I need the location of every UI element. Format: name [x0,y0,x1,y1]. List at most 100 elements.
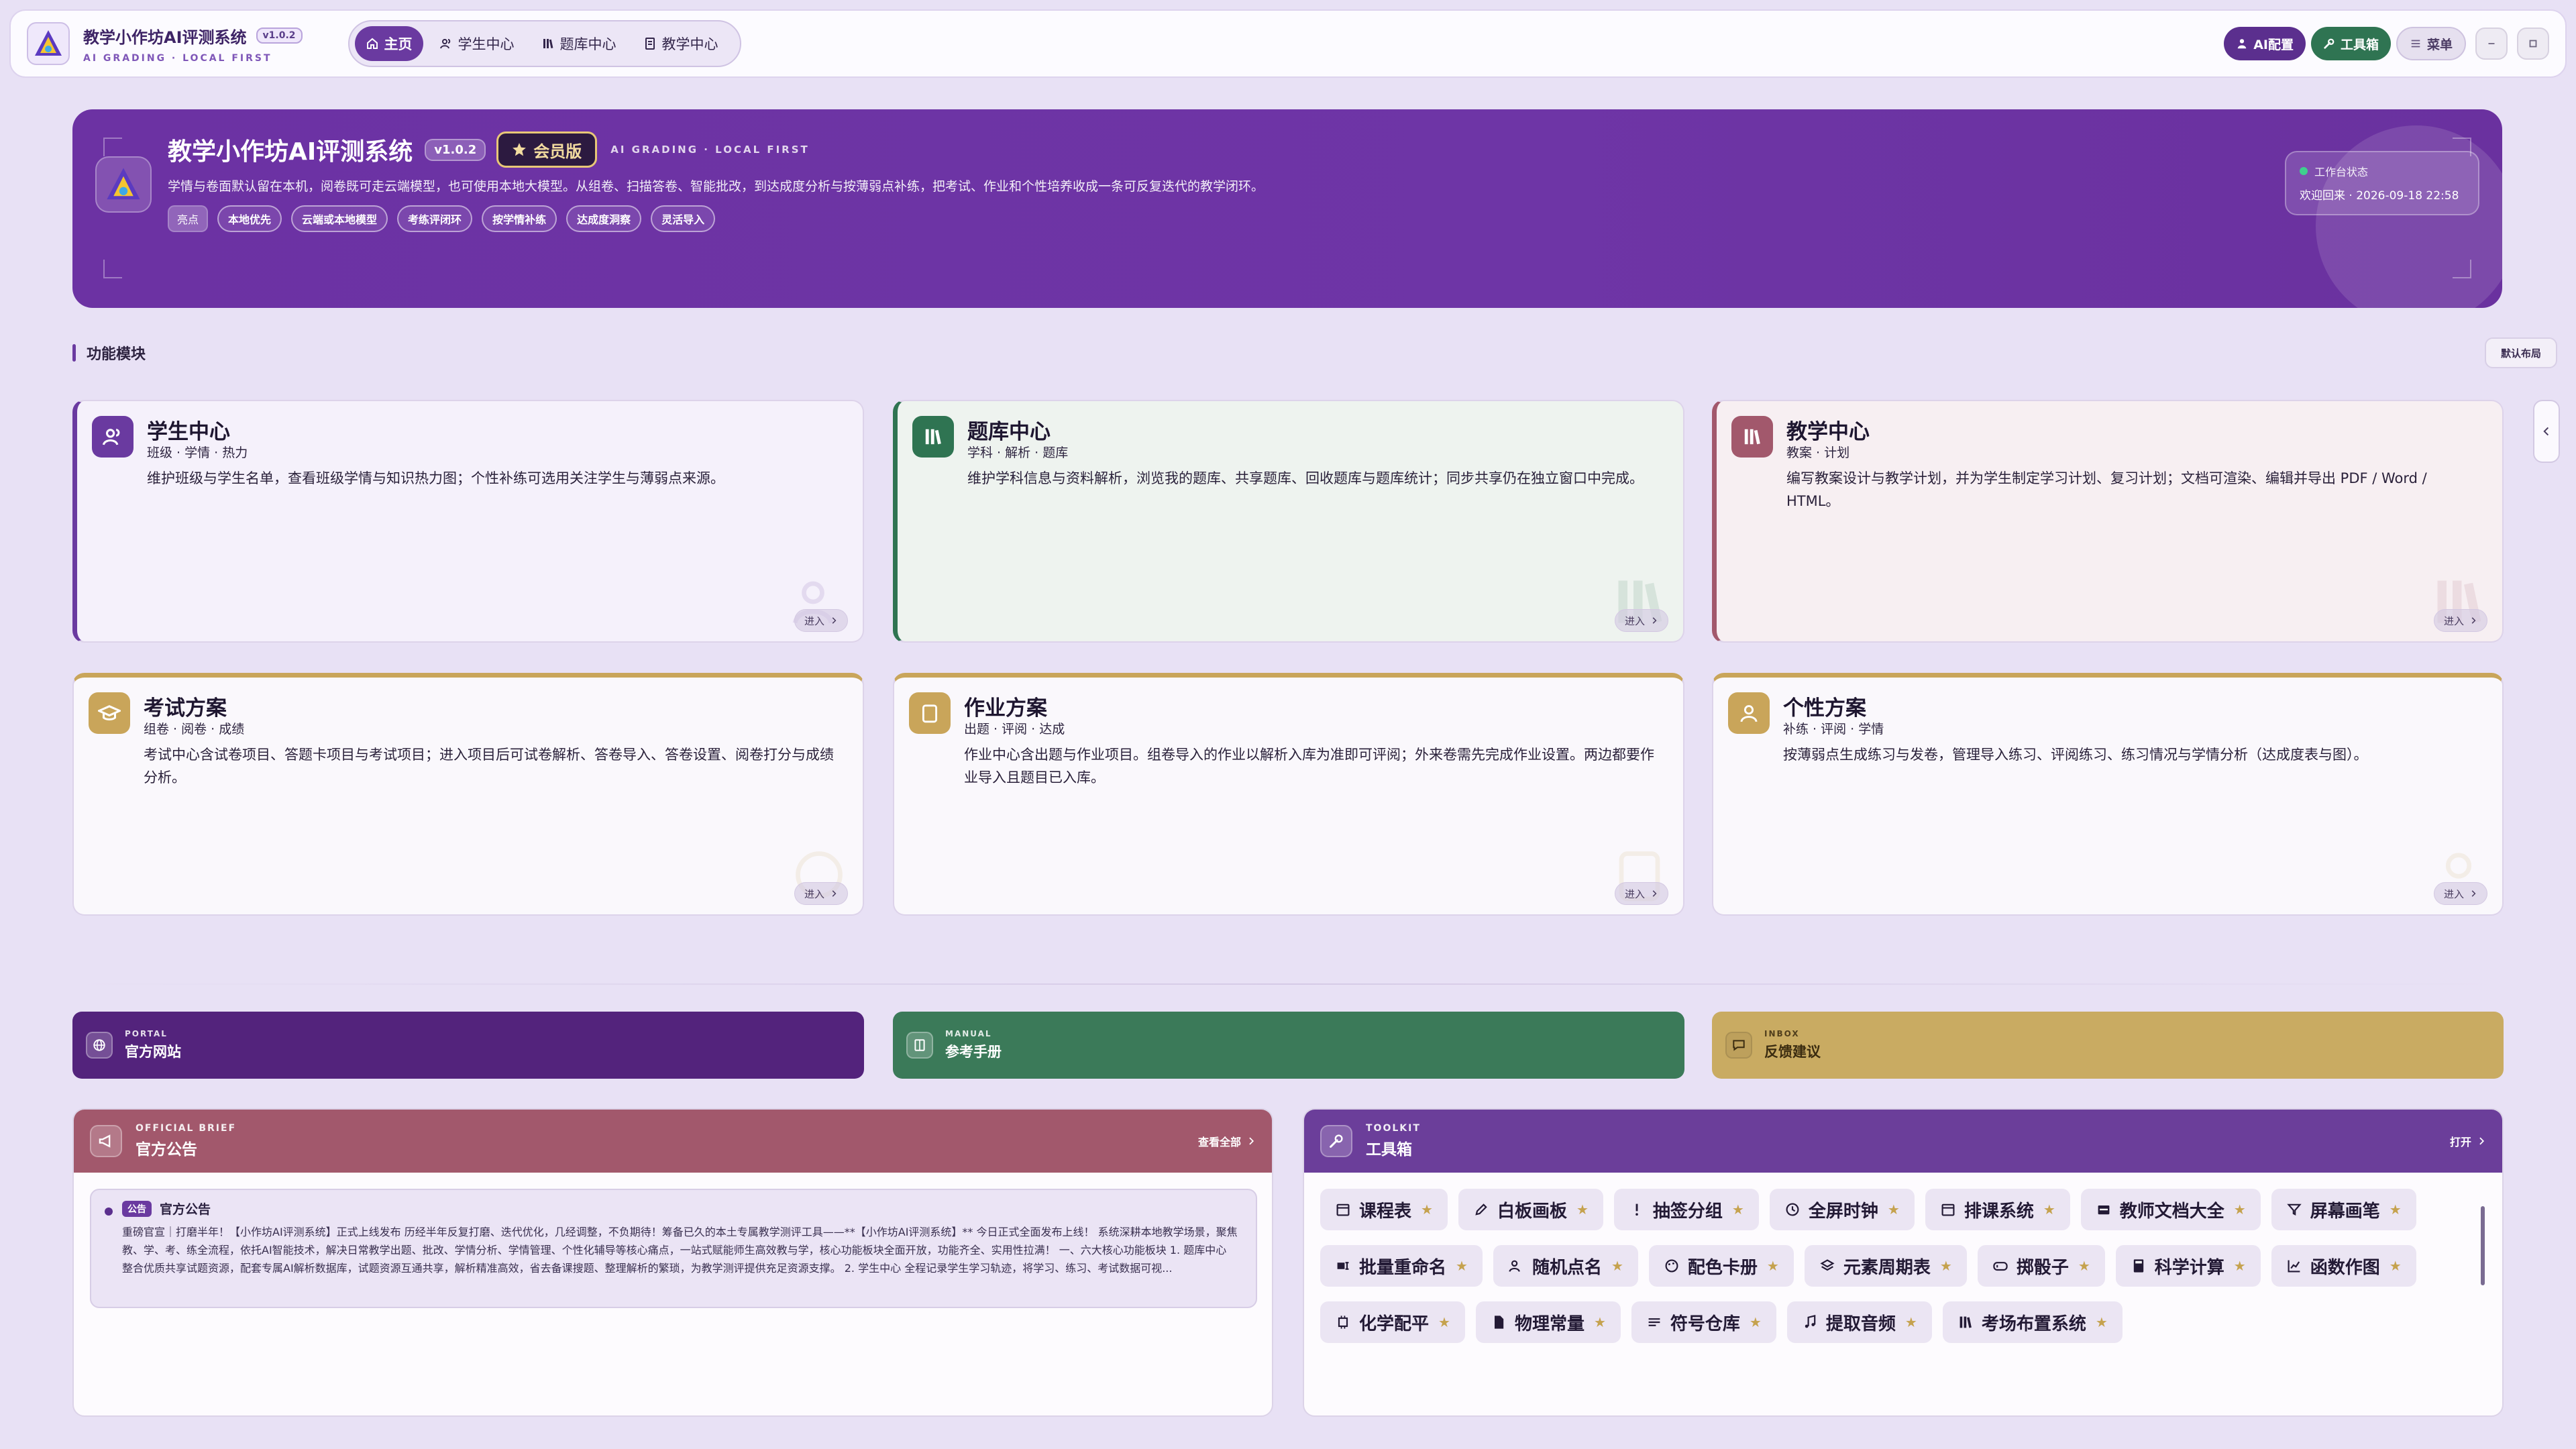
nav-item-home[interactable]: 主页 [354,26,423,61]
hero-banner: 教学小作坊AI评测系统 v1.0.2 会员版 AI GRADING · LOCA… [72,109,2502,308]
wrench-icon [2323,38,2335,50]
enter-button[interactable]: 进入 [2433,609,2487,632]
tool-chip[interactable]: 随机点名 ★ [1493,1245,1638,1287]
favorite-star-icon[interactable]: ★ [1611,1258,1623,1274]
tool-chip[interactable]: 白板画板 ★ [1458,1189,1603,1230]
favorite-star-icon[interactable]: ★ [1940,1258,1952,1274]
nav-item-students[interactable]: 学生中心 [429,26,525,61]
scrollbar-thumb[interactable] [2481,1206,2485,1285]
enter-button[interactable]: 进入 [794,882,848,905]
link-eng: MANUAL [945,1029,992,1038]
favorite-star-icon[interactable]: ★ [2234,1201,2246,1218]
feature-tag: 达成度洞察 [566,205,642,232]
tool-chip[interactable]: 课程表 ★ [1320,1189,1448,1230]
module-description: 维护学科信息与资料解析，浏览我的题库、共享题库、回收题库与题库统计；同步共享仍在… [967,470,1644,486]
favorite-star-icon[interactable]: ★ [2078,1258,2090,1274]
tool-chip[interactable]: 配色卡册 ★ [1648,1245,1794,1287]
tool-chip[interactable]: 元素周期表 ★ [1804,1245,1967,1287]
feedback-link-bar[interactable]: INBOX 反馈建议 [1712,1012,2504,1079]
tool-chip[interactable]: 批量重命名 ★ [1320,1245,1483,1287]
favorite-star-icon[interactable]: ★ [1576,1201,1589,1218]
favorite-star-icon[interactable]: ★ [2390,1201,2402,1218]
favorite-star-icon[interactable]: ★ [1594,1314,1606,1330]
announcement-panel: OFFICIAL BRIEF 官方公告 查看全部 公告 官方公告 重磅官宣｜打磨半年… [72,1108,1273,1417]
tool-chip[interactable]: 化学配平 ★ [1320,1301,1465,1343]
tool-chip[interactable]: 函数作图 ★ [2271,1245,2416,1287]
tool-chip[interactable]: 科学计算 ★ [2115,1245,2261,1287]
doc-icon [1491,1314,1507,1330]
tool-chip[interactable]: 物理常量 ★ [1475,1301,1621,1343]
enter-label: 进入 [2443,888,2464,900]
reset-layout-button[interactable]: 默认布局 [2485,337,2557,368]
tool-chip[interactable]: 全屏时钟 ★ [1769,1189,1915,1230]
manual-link-bar[interactable]: MANUAL 参考手册 [893,1012,1684,1079]
open-toolkit-link[interactable]: 打开 [2450,1133,2486,1149]
tool-chip[interactable]: 考场布置系统 ★ [1942,1301,2123,1343]
enter-button[interactable]: 进入 [1614,882,1668,905]
module-card-personal[interactable]: 个性方案 补练 · 评阅 · 学情 按薄弱点生成练习与发卷，管理导入练习、评阅练… [1712,673,2504,916]
tool-chip[interactable]: 排课系统 ★ [1925,1189,2070,1230]
favorite-star-icon[interactable]: ★ [1888,1201,1900,1218]
minimize-button[interactable] [2475,28,2508,60]
globe-icon [86,1032,113,1059]
module-card-students[interactable]: 学生中心 班级 · 学情 · 热力 维护班级与学生名单，查看班级学情与知识热力图… [72,400,864,643]
portal-link-bar[interactable]: PORTAL 官方网站 [72,1012,864,1079]
home-icon [366,37,379,50]
maximize-button[interactable] [2517,28,2549,60]
favorite-star-icon[interactable]: ★ [1438,1314,1450,1330]
tool-label: 随机点名 [1532,1257,1602,1278]
tool-chip[interactable]: 掷骰子 ★ [1977,1245,2105,1287]
clipboard-icon [909,692,951,734]
favorite-star-icon[interactable]: ★ [1750,1314,1762,1330]
layers-icon [1819,1258,1835,1274]
favorite-star-icon[interactable]: ★ [2234,1258,2246,1274]
favorite-star-icon[interactable]: ★ [2096,1314,2108,1330]
feature-tag: 考练评闭环 [397,205,473,232]
module-subtitle: 学科 · 解析 · 题库 [967,445,1069,460]
tool-chip[interactable]: 屏幕画笔 ★ [2271,1189,2416,1230]
ai-config-button[interactable]: AI配置 [2224,27,2306,60]
announcement-item[interactable]: 公告 官方公告 重磅官宣｜打磨半年！【小作坊AI评测系统】正式上线发布 历经半年反… [90,1189,1257,1308]
enter-button[interactable]: 进入 [2433,882,2487,905]
nav-item-label: 题库中心 [559,36,616,52]
enter-button[interactable]: 进入 [794,609,848,632]
favorite-star-icon[interactable]: ★ [2043,1201,2055,1218]
favorite-star-icon[interactable]: ★ [2390,1258,2402,1274]
module-card-teaching[interactable]: 教学中心 教案 · 计划 编写教案设计与教学计划，并为学生制定学习计划、复习计划… [1712,400,2504,643]
favorite-star-icon[interactable]: ★ [1732,1201,1744,1218]
banner-title: 教学小作坊AI评测系统 [168,138,413,166]
toolkit-header: TOOLKIT 工具箱 打开 [1304,1110,2502,1173]
app-logo-icon [27,22,70,65]
link-title: 反馈建议 [1764,1044,1821,1060]
view-all-link[interactable]: 查看全部 [1198,1133,1256,1149]
minimize-icon [2485,38,2498,50]
document-icon [643,37,657,50]
favorite-star-icon[interactable]: ★ [1767,1258,1779,1274]
module-card-question-bank[interactable]: 题库中心 学科 · 解析 · 题库 维护学科信息与资料解析，浏览我的题库、共享题… [893,400,1684,643]
module-card-exam[interactable]: 考试方案 组卷 · 阅卷 · 成绩 考试中心含试卷项目、答题卡项目与考试项目；进… [72,673,864,916]
side-panel-toggle[interactable] [2533,400,2560,463]
announcement-item-body: 重磅官宣｜打磨半年！【小作坊AI评测系统】正式上线发布 历经半年反复打磨、迭代优… [122,1226,1238,1275]
tool-chip[interactable]: 抽签分组 ★ [1613,1189,1759,1230]
enter-button[interactable]: 进入 [1614,609,1668,632]
favorite-star-icon[interactable]: ★ [1905,1314,1917,1330]
books-icon [1731,416,1773,458]
status-time: 欢迎回来 · 2026-09-18 22:58 [2300,189,2459,203]
calendar-icon [1940,1201,1956,1218]
module-card-homework[interactable]: 作业方案 出题 · 评阅 · 达成 作业中心含出题与作业项目。组卷导入的作业以解… [893,673,1684,916]
module-subtitle: 班级 · 学情 · 热力 [147,445,248,460]
tool-chip[interactable]: 提取音频 ★ [1786,1301,1932,1343]
toolbox-button[interactable]: 工具箱 [2310,27,2391,60]
tool-label: 元素周期表 [1843,1257,1931,1278]
nav-item-question-bank[interactable]: 题库中心 [531,26,627,61]
book-icon [906,1032,933,1059]
section-title: 功能模块 [87,346,146,363]
tool-chip[interactable]: 教师文档大全 ★ [2080,1189,2261,1230]
tool-chip[interactable]: 符号仓库 ★ [1631,1301,1776,1343]
nav-item-teaching[interactable]: 教学中心 [633,26,729,61]
vip-badge[interactable]: 会员版 [496,131,598,168]
menu-button[interactable]: 菜单 [2396,27,2466,60]
favorite-star-icon[interactable]: ★ [1421,1201,1433,1218]
status-dot-icon [2300,167,2308,175]
favorite-star-icon[interactable]: ★ [1456,1258,1468,1274]
